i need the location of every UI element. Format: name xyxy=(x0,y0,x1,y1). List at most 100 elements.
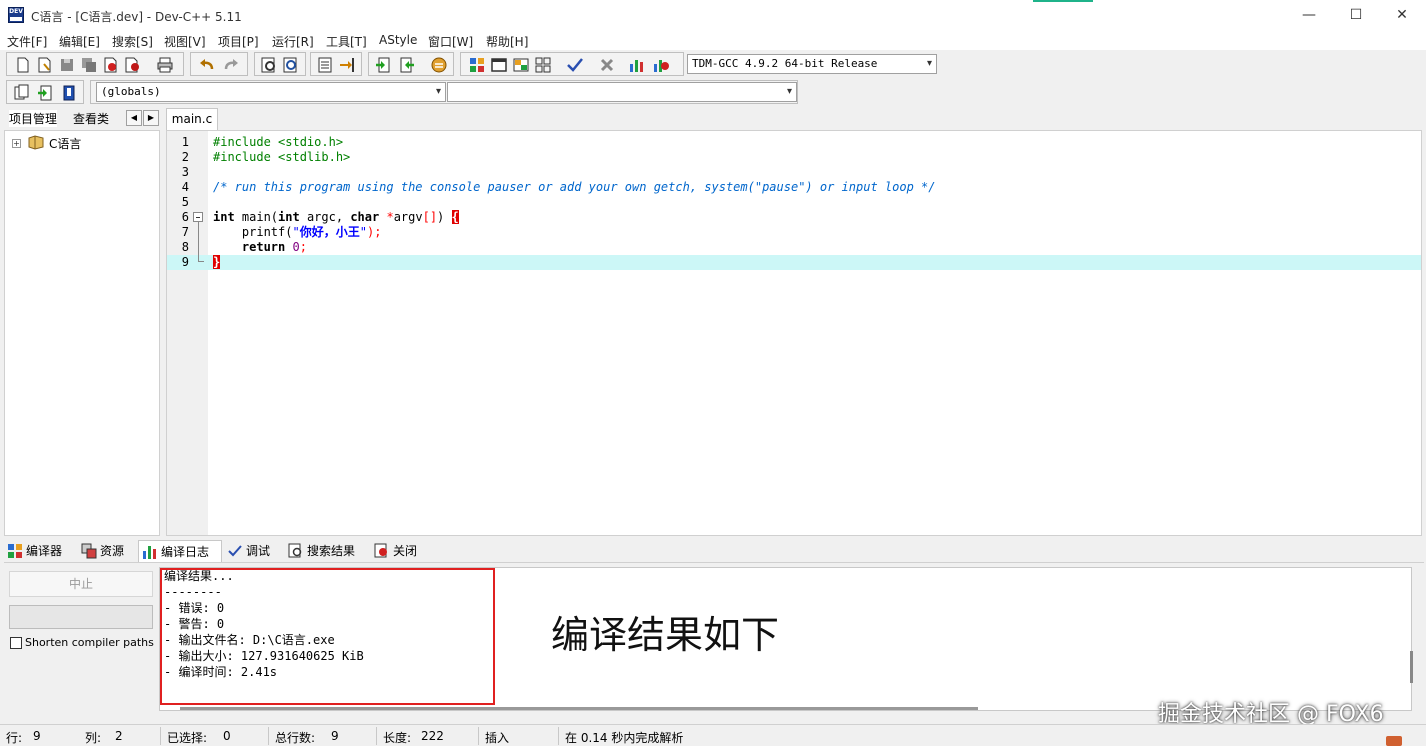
debug-check-icon xyxy=(228,545,242,557)
code-line: 7 printf("你好，小王"); xyxy=(181,225,382,239)
tab-search-results[interactable]: 搜索结果 xyxy=(285,540,369,562)
tab-scroll-left-icon[interactable]: ◀ xyxy=(126,110,142,126)
goto-line-icon[interactable] xyxy=(315,55,335,75)
compile-icon[interactable] xyxy=(467,55,487,75)
menu-search[interactable]: 搜索[S] xyxy=(112,33,153,50)
status-length-value: 222 xyxy=(421,729,444,743)
new-file-icon[interactable] xyxy=(13,55,33,75)
scope-select[interactable]: (globals) ▾ xyxy=(96,82,446,102)
find-icon[interactable] xyxy=(259,55,279,75)
status-row-value: 9 xyxy=(33,729,41,743)
menu-edit[interactable]: 编辑[E] xyxy=(59,33,100,50)
title-bar: DEV C语言 - [C语言.dev] - Dev-C++ 5.11 — ☐ ✕ xyxy=(0,0,1426,30)
compiler-select[interactable]: TDM-GCC 4.9.2 64-bit Release ▾ xyxy=(687,54,937,74)
save-all-icon[interactable] xyxy=(79,55,99,75)
function-select[interactable]: ▾ xyxy=(447,82,797,102)
main-toolbar: TDM-GCC 4.9.2 64-bit Release ▾ xyxy=(0,50,1426,78)
tab-scroll-right-icon[interactable]: ▶ xyxy=(143,110,159,126)
close-file-icon[interactable] xyxy=(101,55,121,75)
add-to-project-icon[interactable] xyxy=(373,55,393,75)
syntax-check-icon[interactable] xyxy=(565,55,585,75)
status-length-label: 长度: xyxy=(383,731,412,745)
shorten-paths-checkbox[interactable] xyxy=(10,637,22,649)
undo-toolbar-group xyxy=(190,52,248,76)
replace-icon[interactable] xyxy=(281,55,301,75)
stop-execution-icon[interactable] xyxy=(597,55,617,75)
tab-compile-log[interactable]: 编译日志 xyxy=(138,540,222,562)
open-file-icon[interactable] xyxy=(35,55,55,75)
fold-guide-end xyxy=(198,261,204,262)
status-insert-mode: 插入 xyxy=(485,731,510,745)
compile-progress-bar xyxy=(9,605,153,629)
tree-item-project[interactable]: C语言 xyxy=(49,135,81,152)
project-toolbar-group xyxy=(368,52,454,76)
insert-icon[interactable] xyxy=(11,83,31,103)
code-line: 4/* run this program using the console p… xyxy=(181,180,936,194)
project-tree: + C语言 xyxy=(4,130,160,536)
tab-compiler[interactable]: 编译器 xyxy=(4,540,76,562)
resources-icon xyxy=(81,543,97,559)
bookmark-icon[interactable] xyxy=(59,83,79,103)
close-all-icon[interactable] xyxy=(123,55,143,75)
print-icon[interactable] xyxy=(155,55,175,75)
tray-app-icon xyxy=(1386,736,1402,746)
annotation-text: 编译结果如下 xyxy=(551,613,780,657)
code-line: 3 xyxy=(181,165,189,179)
status-parse-message: 在 0.14 秒内完成解析 xyxy=(565,731,684,745)
code-line: 5 xyxy=(181,195,189,209)
menu-window[interactable]: 窗口[W] xyxy=(428,33,473,50)
project-options-icon[interactable] xyxy=(429,55,449,75)
goto-definition-icon[interactable] xyxy=(35,83,55,103)
tree-expand-icon[interactable]: + xyxy=(12,139,21,148)
status-col-value: 2 xyxy=(115,729,123,743)
tab-resources[interactable]: 资源 xyxy=(78,540,138,562)
menu-file[interactable]: 文件[F] xyxy=(7,33,47,50)
code-editor[interactable]: 1 #include <stdio.h> 2 #include <stdlib.h>… xyxy=(166,130,1422,536)
tab-project-manager[interactable]: 项目管理 xyxy=(9,110,58,127)
menu-view[interactable]: 视图[V] xyxy=(164,33,206,50)
tab-close[interactable]: 关闭 xyxy=(371,540,427,562)
fold-guide xyxy=(198,222,199,261)
code-line-active: 9} xyxy=(167,255,1421,270)
code-line: 8 return 0; xyxy=(181,240,307,254)
minimize-button[interactable]: — xyxy=(1286,0,1332,30)
log-vertical-scrollbar[interactable] xyxy=(1410,651,1413,683)
fold-collapse-icon[interactable] xyxy=(193,212,203,222)
close-window-button[interactable]: ✕ xyxy=(1379,0,1425,30)
delete-profile-icon[interactable] xyxy=(651,55,671,75)
status-col-label: 列: xyxy=(85,731,102,745)
file-toolbar-group xyxy=(6,52,184,76)
undo-icon[interactable] xyxy=(197,55,217,75)
tab-debug[interactable]: 调试 xyxy=(224,540,282,562)
remove-from-project-icon[interactable] xyxy=(397,55,417,75)
status-row-label: 行: xyxy=(6,731,23,745)
chevron-down-icon: ▾ xyxy=(786,86,792,97)
log-horizontal-scrollbar-thumb[interactable] xyxy=(180,707,978,710)
compile-log-icon xyxy=(143,546,156,559)
bottom-panel-tabs: 编译器 资源 编译日志 调试 搜索结果 关闭 xyxy=(4,540,1424,562)
menu-astyle[interactable]: AStyle xyxy=(379,33,417,47)
redo-icon[interactable] xyxy=(221,55,241,75)
maximize-button[interactable]: ☐ xyxy=(1333,0,1379,30)
menu-run[interactable]: 运行[R] xyxy=(272,33,314,50)
close-panel-icon xyxy=(374,543,387,558)
menu-help[interactable]: 帮助[H] xyxy=(486,33,528,50)
rebuild-all-icon[interactable] xyxy=(533,55,553,75)
left-panel-tabs: 项目管理 查看类 ◀ ▶ xyxy=(4,108,160,130)
save-icon[interactable] xyxy=(57,55,77,75)
status-lines-label: 总行数: xyxy=(275,731,316,745)
profile-icon[interactable] xyxy=(627,55,647,75)
compile-toolbar-group xyxy=(460,52,684,76)
menu-project[interactable]: 项目[P] xyxy=(218,33,259,50)
editor-tab-main[interactable]: main.c xyxy=(166,108,218,130)
tab-class-browser[interactable]: 查看类 xyxy=(73,110,109,127)
toggle-bookmark-icon[interactable] xyxy=(337,55,357,75)
stop-compile-button[interactable]: 中止 xyxy=(9,571,153,597)
class-toolbar-group xyxy=(6,80,84,104)
compiler-select-value: TDM-GCC 4.9.2 64-bit Release xyxy=(692,57,878,70)
code-line: 6 int main(int argc, char *argv[]) { xyxy=(181,210,459,224)
compile-run-icon[interactable] xyxy=(511,55,531,75)
window-title: C语言 - [C语言.dev] - Dev-C++ 5.11 xyxy=(31,10,242,24)
run-icon[interactable] xyxy=(489,55,509,75)
menu-tools[interactable]: 工具[T] xyxy=(326,33,367,50)
